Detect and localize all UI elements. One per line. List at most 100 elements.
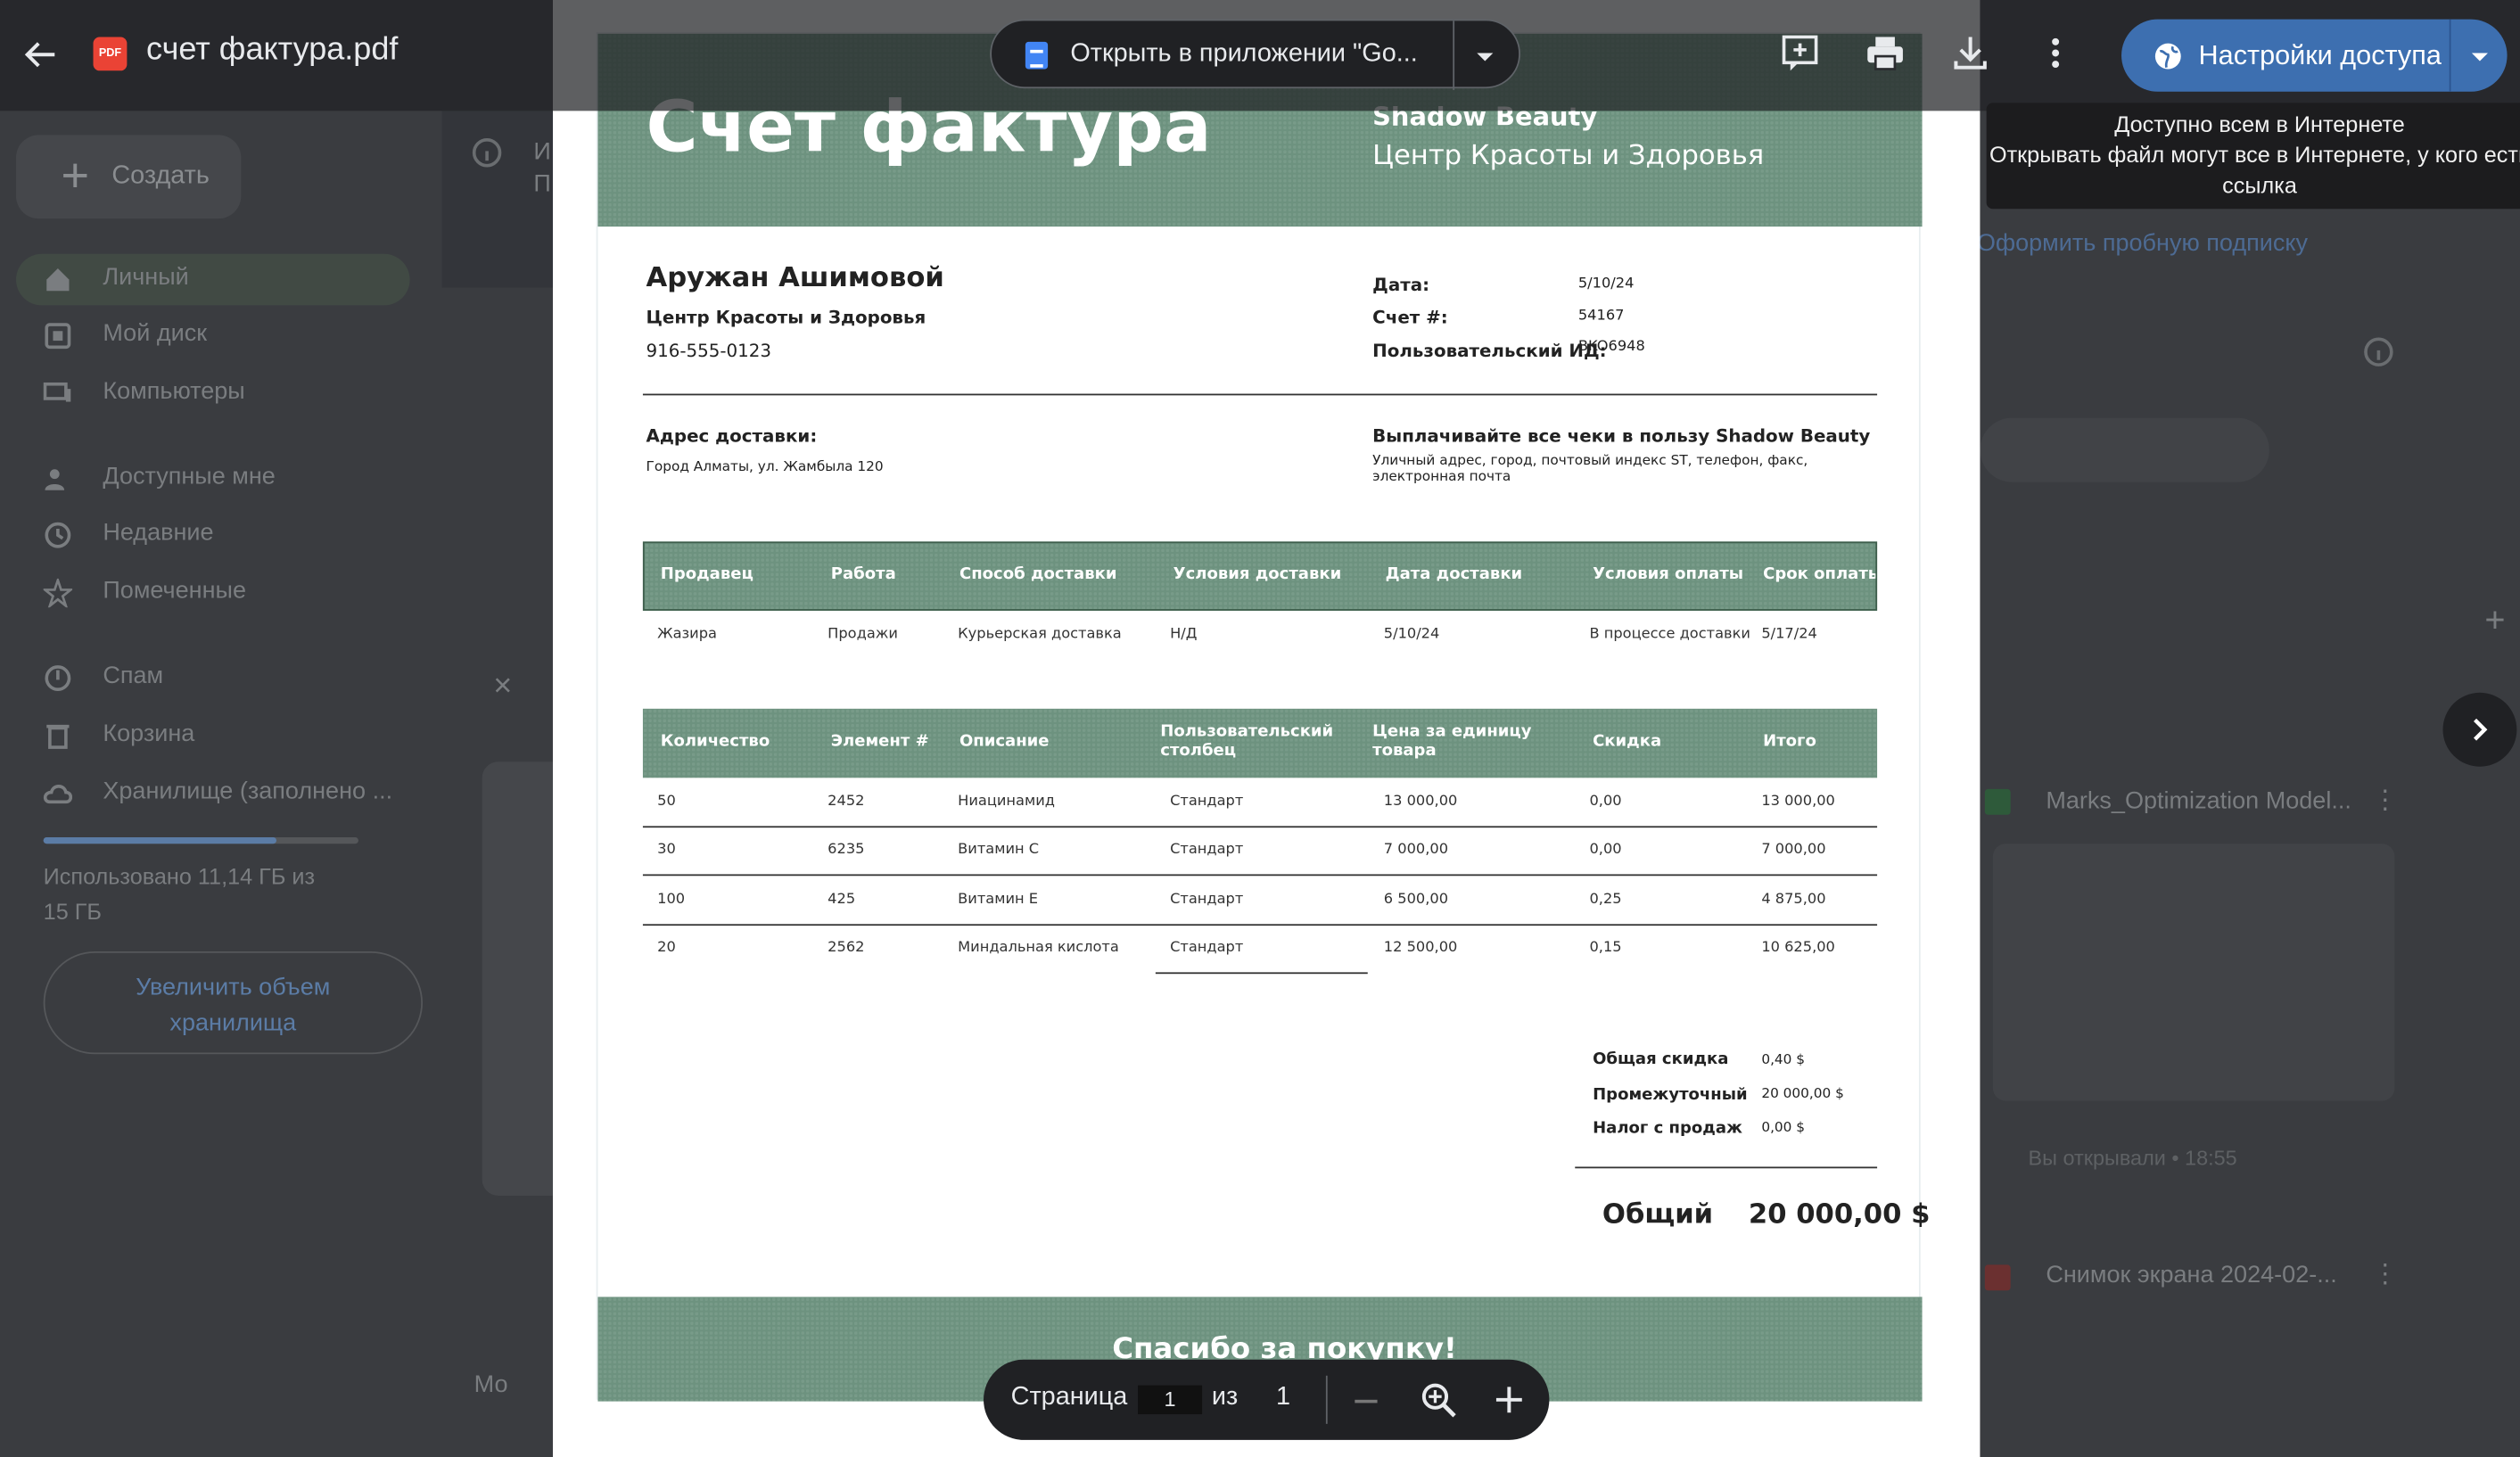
sales-tax-value: 0,00 $ (1761, 1120, 1806, 1137)
item-unit-price: 7 000,00 (1383, 842, 1449, 859)
storage-text: Использовано 11,14 ГБ из (43, 862, 316, 889)
nav-item-personal[interactable]: Личный (16, 253, 410, 306)
ship-cell: Продажи (828, 626, 898, 643)
row-divider (642, 826, 1878, 828)
open-with-button[interactable]: Открыть в приложении "Go... (990, 19, 1520, 90)
more-icon-2[interactable]: ⋮ (2372, 1258, 2398, 1290)
item-number: 2452 (828, 794, 865, 811)
next-file-button[interactable] (2442, 692, 2517, 767)
ship-cell: Курьерская доставка (958, 626, 1122, 643)
chevron-down-icon[interactable] (1474, 45, 1496, 67)
share-label: Настройки доступа (2198, 40, 2442, 71)
drive-pdf-preview: + Создать Личный Мой диск Компьютеры Дос… (0, 0, 2520, 1457)
zoom-icon[interactable] (1419, 1380, 1457, 1419)
plus-icon: + (61, 149, 90, 203)
item-discount: 0,00 (1589, 794, 1622, 811)
banner-peek-2: П (533, 170, 551, 198)
item-col-custom: Пользовательский столбец (1160, 723, 1334, 761)
back-arrow-icon[interactable] (20, 32, 64, 77)
close-icon[interactable]: × (493, 669, 512, 705)
date-value: 5/10/24 (1577, 276, 1635, 293)
share-tooltip: Доступно всем в Интернете Открывать файл… (1986, 103, 2520, 210)
clock-icon (45, 522, 71, 548)
ship-cell: Жазира (657, 626, 717, 643)
item-discount: 0,00 (1589, 842, 1622, 859)
item-description: Витамин C (958, 842, 1040, 859)
add-addon-icon[interactable]: + (2484, 599, 2505, 641)
separator (2449, 19, 2451, 92)
upgrade-line-2: хранилища (169, 1008, 297, 1037)
page-number-input[interactable] (1138, 1385, 1203, 1415)
nav-label: Мой диск (103, 319, 208, 348)
star-icon (43, 578, 73, 608)
people-icon (45, 469, 65, 490)
totals-divider (1575, 1166, 1878, 1169)
nav-item-spam[interactable]: Спам (16, 653, 410, 704)
share-button[interactable]: Настройки доступа (2121, 19, 2508, 92)
file-thumbnail-1[interactable] (1992, 844, 2395, 1101)
item-col-discount: Скидка (1593, 732, 1662, 751)
separator (1453, 21, 1455, 90)
more-icon[interactable]: ⋮ (2372, 785, 2398, 817)
nav-label: Хранилище (заполнено ... (103, 778, 393, 805)
company-subtitle: Центр Красоты и Здоровья (1372, 139, 1765, 172)
download-icon[interactable] (1949, 32, 1991, 74)
divider (642, 393, 1878, 396)
nav-label: Корзина (103, 720, 195, 748)
of-label: из (1211, 1383, 1239, 1412)
nav-item-shared[interactable]: Доступные мне (16, 453, 410, 505)
print-icon[interactable] (1865, 32, 1906, 74)
item-number: 425 (828, 892, 856, 909)
subtotal-label: Промежуточный и (1593, 1086, 1749, 1105)
subtotal-value: 20 000,00 $ (1761, 1086, 1844, 1103)
chevron-down-icon[interactable] (2468, 45, 2491, 67)
user-id-value: BKO6948 (1577, 339, 1645, 356)
home-icon (46, 268, 70, 292)
file-meta-1: Вы открывали • 18:55 (2028, 1146, 2237, 1171)
item-custom: Стандарт (1170, 842, 1244, 859)
nav-item-starred[interactable]: Помеченные (16, 567, 410, 619)
zoom-out-icon[interactable] (1352, 1387, 1380, 1415)
drive-icon (45, 323, 71, 350)
sales-tax-label: Налог с продаж (1593, 1120, 1742, 1139)
filter-chip[interactable] (1980, 417, 2269, 482)
nav-item-storage[interactable]: Хранилище (заполнено ... (16, 768, 410, 819)
pdf-file-icon: PDF (93, 37, 128, 71)
add-comment-icon[interactable] (1779, 32, 1821, 74)
ship-col-job: Работа (830, 565, 896, 584)
ship-col-terms: Условия доставки (1173, 565, 1342, 584)
client-org: Центр Красоты и Здоровья (646, 307, 926, 328)
storage-bar-fill (43, 836, 277, 844)
banner-peek: И (533, 137, 551, 166)
nav-item-my-drive[interactable]: Мой диск (16, 310, 410, 362)
sheets-icon (1984, 788, 2011, 815)
google-docs-icon (1025, 41, 1049, 70)
pay-to-label: Выплачивайте все чеки в пользу Shadow Be… (1372, 425, 1871, 448)
nav-item-computers[interactable]: Компьютеры (16, 368, 410, 420)
create-button[interactable]: + Создать (16, 135, 242, 219)
file-name-1[interactable]: Marks_Optimization Model... (2046, 787, 2351, 815)
separator (1325, 1375, 1328, 1424)
item-total: 4 875,00 (1761, 892, 1826, 909)
item-col-total: Итого (1763, 732, 1816, 751)
pay-to-address-2: электронная почта (1372, 469, 1511, 486)
upgrade-storage-button[interactable]: Увеличить объем хранилища (43, 951, 424, 1055)
item-unit-price: 13 000,00 (1383, 794, 1458, 811)
nav-item-trash[interactable]: Корзина (16, 711, 410, 762)
nav-label: Компьютеры (103, 377, 245, 406)
ship-address: Город Алматы, ул. Жамбыла 120 (646, 459, 884, 476)
item-col-description: Описание (959, 732, 1050, 751)
zoom-in-icon[interactable] (1493, 1384, 1525, 1416)
file-name-2[interactable]: Снимок экрана 2024-02-... (2046, 1262, 2336, 1289)
nav-label: Доступные мне (103, 463, 276, 490)
more-vert-icon[interactable] (2035, 32, 2077, 74)
item-number: 2562 (828, 940, 865, 957)
nav-item-recent[interactable]: Недавние (16, 509, 410, 561)
trial-link[interactable]: Оформить пробную подписку (1977, 230, 2308, 258)
item-custom: Стандарт (1170, 940, 1244, 957)
page-controls: Страница из 1 (984, 1359, 1550, 1440)
details-info-icon[interactable] (2362, 336, 2394, 368)
client-phone: 916-555-0123 (646, 341, 771, 362)
invoice-number-label: Счет #: (1372, 307, 1448, 328)
user-id-label: Пользовательский ИД: (1372, 341, 1607, 362)
